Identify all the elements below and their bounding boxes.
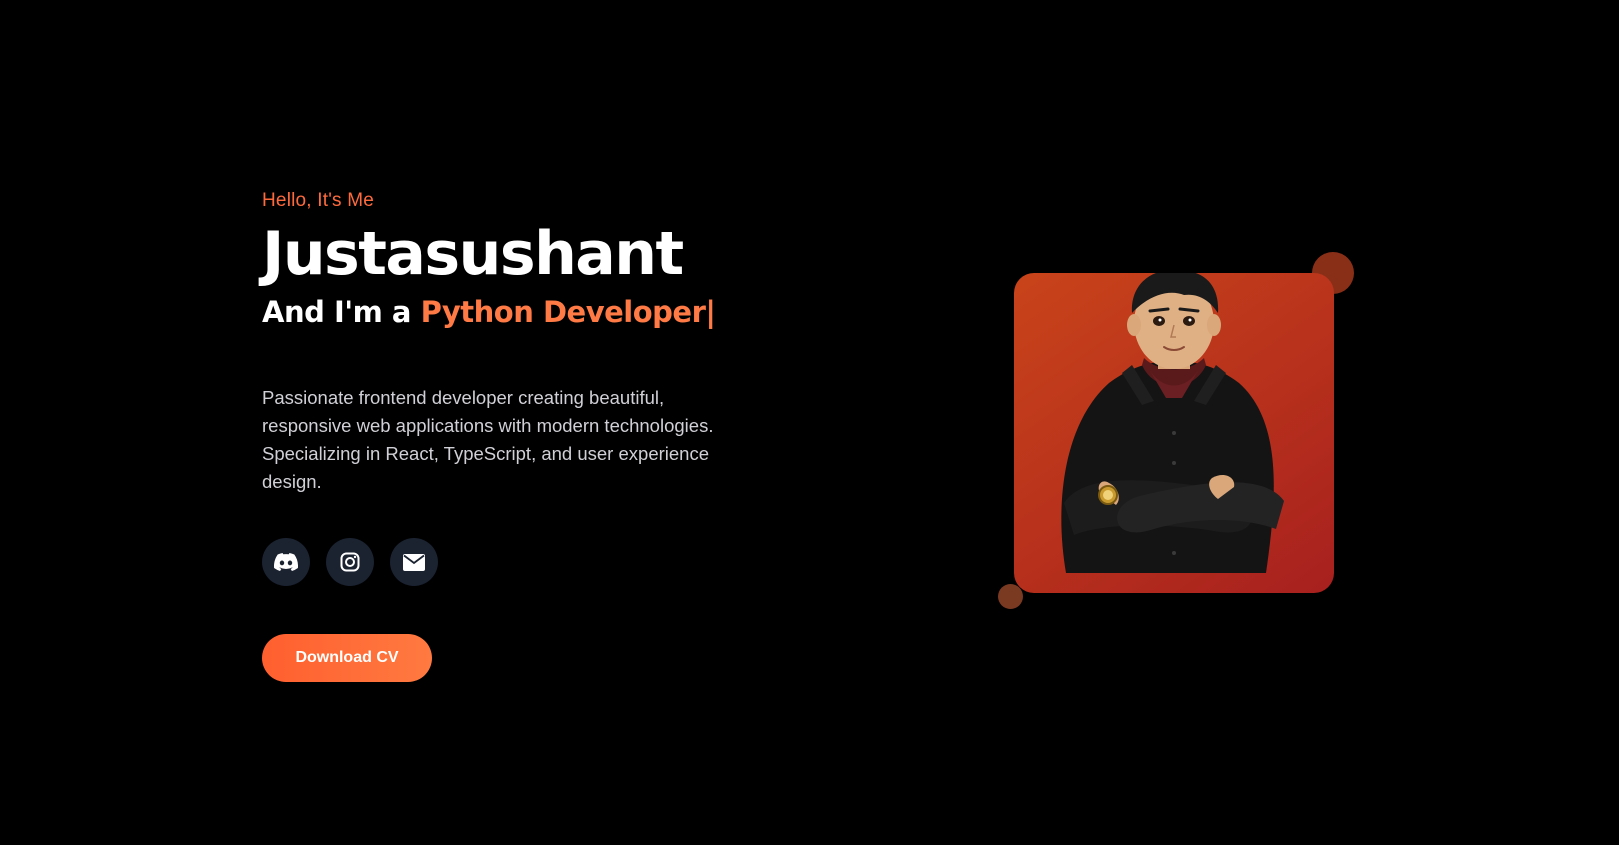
hero-text-block: Hello, It's Me Justasushant And I'm a Py… xyxy=(262,190,782,682)
instagram-button[interactable] xyxy=(326,538,374,586)
mail-button[interactable] xyxy=(390,538,438,586)
instagram-icon xyxy=(340,552,360,572)
download-cv-button[interactable]: Download CV xyxy=(262,634,432,682)
role-text: Python Developer xyxy=(420,295,706,329)
social-links xyxy=(262,538,782,586)
bio-text: Passionate frontend developer creating b… xyxy=(262,387,714,492)
role-line: And I'm a Python Developer| xyxy=(262,292,782,332)
role-prefix: And I'm a xyxy=(262,295,421,329)
hero-section: Hello, It's Me Justasushant And I'm a Py… xyxy=(0,0,1619,845)
mail-icon xyxy=(403,553,425,571)
greeting-text: Hello, It's Me xyxy=(262,190,375,211)
discord-button[interactable] xyxy=(262,538,310,586)
typing-cursor: | xyxy=(705,295,716,329)
discord-icon xyxy=(274,553,298,571)
portrait-container xyxy=(998,252,1354,609)
avatar-illustration xyxy=(1061,273,1284,573)
hero-name: Justasushant xyxy=(262,219,684,289)
avatar-card xyxy=(1014,273,1334,593)
decorative-dot-bottom xyxy=(998,584,1023,609)
